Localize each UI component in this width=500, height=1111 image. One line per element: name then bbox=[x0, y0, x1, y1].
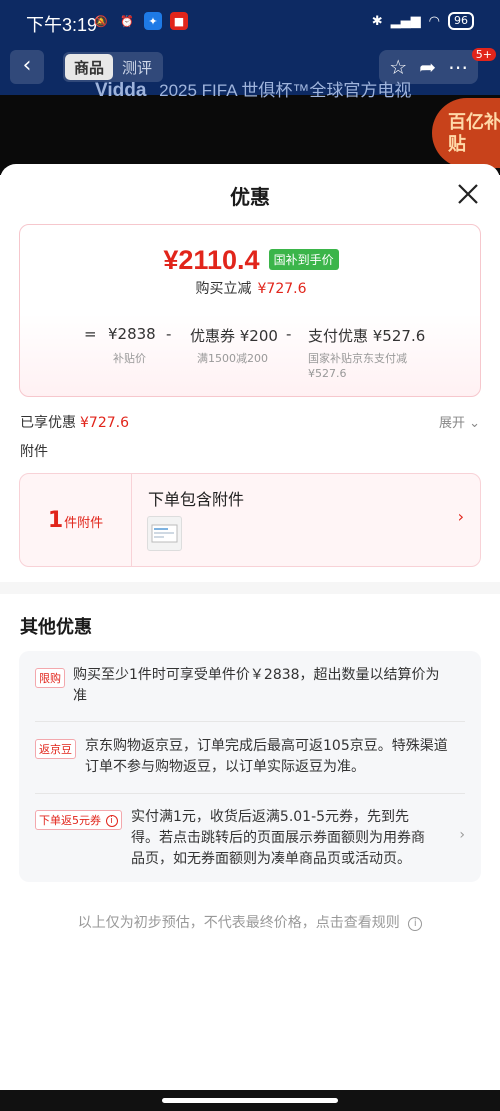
brand-logo: Vidda bbox=[95, 80, 147, 101]
minus-sign: - bbox=[166, 325, 172, 343]
status-notification-icons: 🔕 ⏰ ✦ ■ bbox=[92, 12, 188, 30]
expand-label: 展开 bbox=[438, 416, 465, 431]
attachment-count-label: 件附件 bbox=[64, 516, 104, 531]
home-indicator[interactable] bbox=[162, 1098, 338, 1103]
subsidy-price-tag: 国补到手价 bbox=[268, 249, 339, 270]
bluetooth-icon: ✱ bbox=[371, 13, 383, 29]
disclaimer[interactable]: 以上仅为初步预估，不代表最终价格，点击查看规则 i bbox=[0, 912, 500, 932]
expand-button[interactable]: 展开 ⌄ bbox=[439, 412, 480, 431]
minus-sign: - bbox=[286, 325, 292, 343]
coupon-condition: 满1500减200 bbox=[197, 352, 268, 365]
share-icon[interactable]: ➦ bbox=[419, 55, 436, 79]
promo-tag: 返京豆 bbox=[35, 739, 76, 759]
promo-text: 京东购物返京豆，订单完成后最高可返105京豆。特殊渠道订单不参与购物返豆，以订单… bbox=[85, 738, 448, 775]
more-icon[interactable]: ⋯ bbox=[448, 55, 468, 79]
promo-tag: 下单返5元券 i bbox=[35, 810, 122, 830]
price-breakdown-card: ¥2110.4 国补到手价 购买立减 ¥727.6 = ¥2838 补贴价 - 优… bbox=[19, 224, 481, 397]
banner-headline: 2025 FIFA 世俱杯™全球官方电视 bbox=[159, 81, 412, 100]
back-button[interactable]: ‹ bbox=[10, 50, 44, 84]
promo-tag-label: 下单返5元券 bbox=[39, 814, 101, 827]
chevron-down-icon: ⌄ bbox=[469, 416, 480, 431]
reduction-amount: ¥727.6 bbox=[257, 281, 307, 297]
promo-text: 购买至少1件时可享受单件价￥2838，超出数量以结算价为准 bbox=[73, 667, 440, 704]
chevron-right-icon: › bbox=[459, 827, 465, 843]
attachment-count: 1件附件 bbox=[20, 474, 132, 566]
info-icon[interactable]: i bbox=[105, 815, 118, 827]
status-bar: 下午3:19 🔕 ⏰ ✦ ■ ✱ ▂▄▆ ◠ 96 bbox=[0, 0, 500, 44]
final-price: ¥2110.4 国补到手价 bbox=[20, 245, 482, 276]
status-system-icons: ✱ ▂▄▆ ◠ 96 bbox=[372, 12, 474, 30]
promo-divider bbox=[35, 721, 465, 722]
battery-icon: 96 bbox=[448, 12, 474, 30]
coupon-discount: 优惠券 ¥200 bbox=[190, 327, 278, 345]
app-notification-icon: ✦ bbox=[144, 12, 162, 30]
other-offers-card: 限购 购买至少1件时可享受单件价￥2838，超出数量以结算价为准 返京豆 京东购… bbox=[19, 651, 481, 882]
chevron-right-icon: › bbox=[457, 507, 464, 526]
equals-sign: = bbox=[84, 325, 97, 343]
subsidized-price: ¥2838 bbox=[108, 325, 156, 343]
attachment-title: 下单包含附件 bbox=[148, 490, 245, 509]
final-price-currency: ¥ bbox=[163, 245, 179, 275]
subsidy-badge[interactable]: 百亿补贴 bbox=[432, 98, 500, 168]
enjoyed-label: 已享优惠 bbox=[20, 415, 76, 431]
enjoyed-discount: 已享优惠 ¥727.6 bbox=[20, 412, 129, 432]
message-badge: 5+ bbox=[471, 48, 496, 61]
signal-icon: ▂▄▆ bbox=[390, 13, 421, 29]
promo-divider bbox=[35, 793, 465, 794]
promo-tag: 限购 bbox=[35, 668, 65, 688]
promo-jd-beans: 返京豆 京东购物返京豆，订单完成后最高可返105京豆。特殊渠道订单不参与购物返豆… bbox=[35, 738, 465, 782]
subsidized-price-label: 补贴价 bbox=[113, 352, 146, 365]
alarm-icon: ⏰ bbox=[120, 14, 134, 28]
product-banner-text: Vidda 2025 FIFA 世俱杯™全球官方电视 bbox=[95, 76, 411, 102]
wifi-icon: ◠ bbox=[428, 13, 440, 29]
info-icon: i bbox=[408, 917, 423, 931]
other-offers-heading: 其他优惠 bbox=[20, 617, 92, 638]
document-icon bbox=[151, 524, 178, 543]
mute-bell-icon: 🔕 bbox=[94, 14, 108, 28]
enjoyed-amount: ¥727.6 bbox=[80, 415, 129, 431]
payment-discount-desc: 国家补贴京东支付减 ¥527.6 bbox=[308, 352, 407, 380]
sheet-title: 优惠 bbox=[230, 185, 270, 209]
disclaimer-text: 以上仅为初步预估，不代表最终价格，点击查看规则 bbox=[77, 915, 400, 931]
attachments-heading: 附件 bbox=[20, 444, 48, 460]
attachment-thumbnail bbox=[147, 516, 182, 551]
reduction-label: 购买立减 bbox=[195, 281, 252, 297]
promo-text: 实付满1元，收货后返满5.01-5元券，先到先得。若点击跳转后的页面展示券面额则… bbox=[131, 809, 425, 867]
promo-coupon-return[interactable]: 下单返5元券 i 实付满1元，收货后返满5.01-5元券，先到先得。若点击跳转后… bbox=[35, 809, 465, 873]
promo-purchase-limit: 限购 购买至少1件时可享受单件价￥2838，超出数量以结算价为准 bbox=[35, 667, 465, 707]
attachment-count-number: 1 bbox=[47, 508, 64, 533]
discount-sheet: 优惠 ¥2110.4 国补到手价 购买立减 ¥727.6 = ¥2838 补贴价 … bbox=[0, 164, 500, 1111]
product-image-area bbox=[0, 95, 500, 175]
jd-notification-icon: ■ bbox=[170, 12, 188, 30]
status-time: 下午3:19 bbox=[26, 15, 98, 35]
section-divider bbox=[0, 582, 500, 594]
close-icon[interactable] bbox=[454, 180, 482, 208]
payment-discount: 支付优惠 ¥527.6 bbox=[308, 327, 426, 345]
final-price-value: 2110.4 bbox=[178, 245, 260, 275]
attachment-card[interactable]: 1件附件 下单包含附件 › bbox=[19, 473, 481, 567]
purchase-reduction: 购买立减 ¥727.6 bbox=[20, 278, 482, 298]
